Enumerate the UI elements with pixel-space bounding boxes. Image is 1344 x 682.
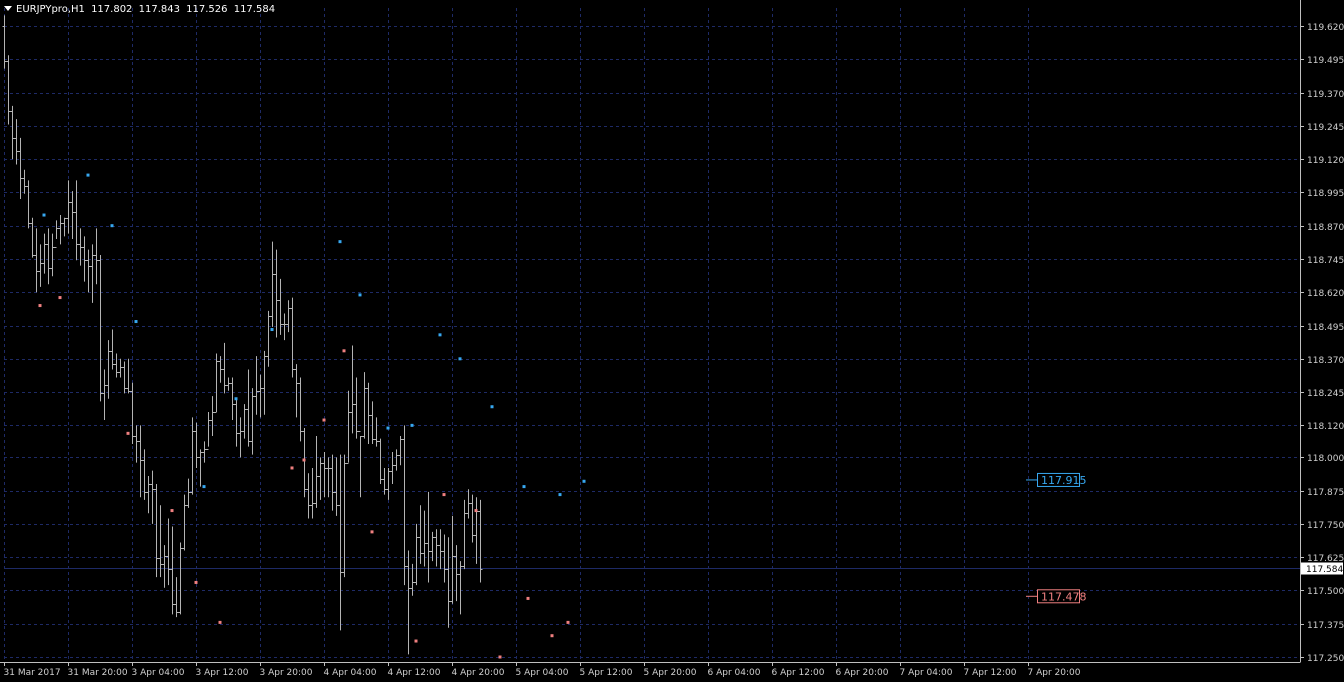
ohlc-low: 117.526 — [186, 4, 228, 15]
x-tick-label: 5 Apr 04:00 — [516, 668, 569, 678]
fractal-down-marker — [302, 458, 306, 462]
fractal-up-marker — [110, 224, 114, 228]
chart-canvas[interactable]: 117.915 117.478 119.620 119.495 119.370 119.… — [0, 0, 1344, 682]
fractal-up-marker — [386, 426, 390, 430]
ohlc-open: 117.802 — [91, 4, 133, 15]
fractal-down-marker — [442, 493, 446, 497]
fractal-down-marker — [290, 466, 294, 470]
fractal-down-marker — [526, 596, 530, 600]
price-chart[interactable]: 117.915 117.478 119.620 119.495 119.370 119.… — [0, 0, 1344, 682]
fractal-down-marker — [414, 639, 418, 643]
y-tick-label: 117.500 — [1307, 587, 1344, 597]
fractal-up-marker — [438, 333, 442, 337]
fractal-up-marker — [358, 293, 362, 297]
fractal-up-marker — [42, 213, 46, 217]
x-tick-label: 6 Apr 20:00 — [836, 668, 889, 678]
x-tick-label: 3 Apr 20:00 — [260, 668, 313, 678]
y-tick-label: 118.620 — [1307, 289, 1344, 299]
fractal-up-marker — [522, 485, 526, 489]
fractal-up-marker — [338, 240, 342, 244]
x-tick-label: 31 Mar 2017 — [4, 668, 61, 678]
y-tick-label: 119.620 — [1307, 23, 1344, 33]
y-tick-label: 119.370 — [1307, 90, 1344, 100]
x-tick-label: 7 Apr 20:00 — [1028, 668, 1081, 678]
fractal-up-marker — [134, 320, 138, 324]
fractal-up-marker — [86, 173, 90, 177]
x-tick-label: 4 Apr 04:00 — [324, 668, 377, 678]
y-tick-label: 117.375 — [1307, 621, 1344, 631]
fractal-up-marker — [558, 493, 562, 497]
x-tick-label: 3 Apr 04:00 — [132, 668, 185, 678]
x-tick-label: 4 Apr 20:00 — [452, 668, 505, 678]
y-tick-label: 118.245 — [1307, 389, 1344, 399]
fractal-down-marker — [566, 620, 570, 624]
fractal-down-marker — [322, 418, 326, 422]
x-tick-label: 7 Apr 04:00 — [900, 668, 953, 678]
x-tick-label: 3 Apr 12:00 — [196, 668, 249, 678]
chart-header: EURJPYpro,H1 117.802 117.843 117.526 117… — [4, 3, 278, 17]
ohlc-high: 117.843 — [138, 4, 180, 15]
current-price-tag-text: 117.584 — [1306, 565, 1343, 575]
chart-background — [0, 0, 1344, 682]
x-tick-label: 6 Apr 04:00 — [708, 668, 761, 678]
fractal-down-marker — [370, 530, 374, 534]
fractal-down-marker — [194, 580, 198, 584]
x-tick-label: 7 Apr 12:00 — [964, 668, 1017, 678]
fractal-down-marker — [474, 509, 478, 513]
symbol-timeframe: EURJPYpro,H1 — [16, 4, 85, 15]
fractal-down-marker — [38, 304, 42, 308]
x-tick-label: 31 Mar 20:00 — [68, 668, 128, 678]
x-tick-label: 5 Apr 12:00 — [580, 668, 633, 678]
y-tick-label: 118.370 — [1307, 356, 1344, 366]
y-tick-label: 117.875 — [1307, 488, 1344, 498]
fractal-down-marker — [550, 634, 554, 638]
y-tick-label: 118.870 — [1307, 223, 1344, 233]
ohlc-close: 117.584 — [233, 4, 276, 15]
y-tick-label: 118.120 — [1307, 422, 1344, 432]
y-tick-label: 117.750 — [1307, 521, 1344, 531]
fractal-up-marker — [490, 405, 494, 409]
y-tick-label: 118.495 — [1307, 323, 1344, 333]
fractal-down-marker — [218, 620, 222, 624]
fractal-down-marker — [342, 349, 346, 353]
y-tick-label: 117.250 — [1307, 654, 1344, 664]
y-tick-label: 119.245 — [1307, 123, 1344, 133]
collapse-triangle-icon[interactable] — [4, 6, 12, 11]
fractal-up-marker — [458, 357, 462, 361]
fractal-up-marker — [410, 423, 414, 427]
fractal-down-marker — [58, 296, 62, 300]
x-tick-label: 4 Apr 12:00 — [388, 668, 441, 678]
fractal-up-marker — [234, 397, 238, 401]
fractal-down-marker — [170, 509, 174, 513]
y-tick-label: 118.995 — [1307, 189, 1344, 199]
y-tick-label: 118.000 — [1307, 454, 1344, 464]
x-tick-label: 6 Apr 12:00 — [772, 668, 825, 678]
y-tick-label: 119.495 — [1307, 56, 1344, 66]
fractal-up-marker — [270, 328, 274, 332]
fractal-up-marker — [582, 479, 586, 483]
fractal-down-marker — [126, 431, 130, 435]
x-tick-label: 5 Apr 20:00 — [644, 668, 697, 678]
label-up-text: 117.915 — [1041, 474, 1087, 487]
fractal-down-marker — [498, 655, 502, 659]
fractal-up-marker — [202, 485, 206, 489]
y-tick-label: 119.120 — [1307, 156, 1344, 166]
label-down-text: 117.478 — [1041, 590, 1087, 603]
y-tick-label: 118.745 — [1307, 256, 1344, 266]
